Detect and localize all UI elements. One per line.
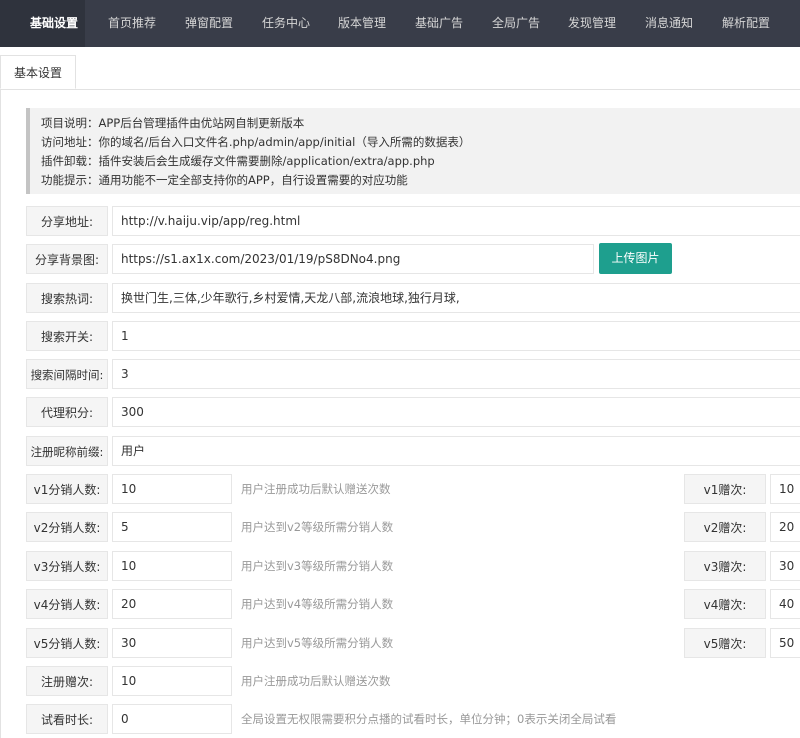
v3-gift-input[interactable]: 30: [770, 551, 800, 581]
notice-line: 功能提示：通用功能不一定全部支持你的APP，自行设置需要的对应功能: [41, 173, 408, 187]
share-url-input[interactable]: http://v.haiju.vip/app/reg.html: [112, 206, 800, 236]
v5-gift-label: v5赠次:: [684, 628, 766, 658]
hot-search-input[interactable]: 换世门生,三体,少年歌行,乡村爱情,天龙八部,流浪地球,独行月球,: [112, 283, 800, 313]
v1-gift-input[interactable]: 10: [770, 474, 800, 504]
v1-distribution-hint: 用户注册成功后默认赠送次数: [241, 482, 391, 496]
nick-prefix-label: 注册昵称前缀:: [26, 436, 108, 466]
reg-gift-label: 注册赠次:: [26, 666, 108, 696]
v3-distribution-hint: 用户达到v3等级所需分销人数: [241, 559, 394, 573]
v3-gift-label: v3赠次:: [684, 551, 766, 581]
nav-tab-basic-ads[interactable]: 基础广告: [415, 0, 463, 47]
v2-distribution-label: v2分销人数:: [26, 512, 108, 542]
v1-distribution-input[interactable]: 10: [112, 474, 232, 504]
share-url-label: 分享地址:: [26, 206, 108, 236]
nav-tab-parse-config[interactable]: 解析配置: [722, 0, 770, 47]
share-bg-input[interactable]: https://s1.ax1x.com/2023/01/19/pS8DNo4.p…: [112, 244, 594, 274]
nav-tab-discover-manage[interactable]: 发现管理: [568, 0, 616, 47]
tab-basic-settings[interactable]: 基本设置: [0, 55, 76, 89]
v4-distribution-label: v4分销人数:: [26, 589, 108, 619]
nav-tab-popup-config[interactable]: 弹窗配置: [185, 0, 233, 47]
nav-tab-message-notify[interactable]: 消息通知: [645, 0, 693, 47]
v3-distribution-input[interactable]: 10: [112, 551, 232, 581]
v2-distribution-input[interactable]: 5: [112, 512, 232, 542]
v5-distribution-label: v5分销人数:: [26, 628, 108, 658]
v4-distribution-input[interactable]: 20: [112, 589, 232, 619]
trial-time-label: 试看时长:: [26, 704, 108, 734]
hot-search-label: 搜索热词:: [26, 283, 108, 313]
nick-prefix-input[interactable]: 用户: [112, 436, 800, 466]
v5-distribution-hint: 用户达到v5等级所需分销人数: [241, 636, 394, 650]
nav-tab-global-ads[interactable]: 全局广告: [492, 0, 540, 47]
search-switch-input[interactable]: 1: [112, 321, 800, 351]
trial-time-hint: 全局设置无权限需要积分点播的试看时长，单位分钟；0表示关闭全局试看: [241, 712, 617, 726]
v1-gift-label: v1赠次:: [684, 474, 766, 504]
tab-bar: 基本设置: [0, 47, 800, 90]
notice-line: 访问地址：你的域名/后台入口文件名.php/admin/app/initial（…: [41, 135, 471, 149]
v3-distribution-label: v3分销人数:: [26, 551, 108, 581]
nav-tab-home-recommend[interactable]: 首页推荐: [108, 0, 156, 47]
v5-distribution-input[interactable]: 30: [112, 628, 232, 658]
v4-gift-input[interactable]: 40: [770, 589, 800, 619]
v2-distribution-hint: 用户达到v2等级所需分销人数: [241, 520, 394, 534]
share-bg-label: 分享背景图:: [26, 244, 108, 274]
v2-gift-label: v2赠次:: [684, 512, 766, 542]
v1-distribution-label: v1分销人数:: [26, 474, 108, 504]
trial-time-input[interactable]: 0: [112, 704, 232, 734]
info-notice: 项目说明：APP后台管理插件由优站网自制更新版本 访问地址：你的域名/后台入口文…: [26, 108, 800, 194]
search-interval-input[interactable]: 3: [112, 359, 800, 389]
notice-line: 插件卸载：插件安装后会生成缓存文件需要删除/application/extra/…: [41, 154, 435, 168]
top-nav: 基础设置 首页推荐 弹窗配置 任务中心 版本管理 基础广告 全局广告 发现管理 …: [0, 0, 800, 47]
agent-points-label: 代理积分:: [26, 397, 108, 427]
search-interval-label: 搜索间隔时间:: [26, 359, 108, 389]
nav-tab-version-manage[interactable]: 版本管理: [338, 0, 386, 47]
reg-gift-hint: 用户注册成功后默认赠送次数: [241, 674, 391, 688]
agent-points-input[interactable]: 300: [112, 397, 800, 427]
nav-tab-task-center[interactable]: 任务中心: [262, 0, 310, 47]
search-switch-label: 搜索开关:: [26, 321, 108, 351]
v5-gift-input[interactable]: 50: [770, 628, 800, 658]
reg-gift-input[interactable]: 10: [112, 666, 232, 696]
notice-line: 项目说明：APP后台管理插件由优站网自制更新版本: [41, 116, 305, 130]
v2-gift-input[interactable]: 20: [770, 512, 800, 542]
upload-image-button[interactable]: 上传图片: [599, 243, 672, 274]
v4-gift-label: v4赠次:: [684, 589, 766, 619]
v4-distribution-hint: 用户达到v4等级所需分销人数: [241, 597, 394, 611]
nav-tab-basic-settings[interactable]: 基础设置: [30, 0, 78, 47]
